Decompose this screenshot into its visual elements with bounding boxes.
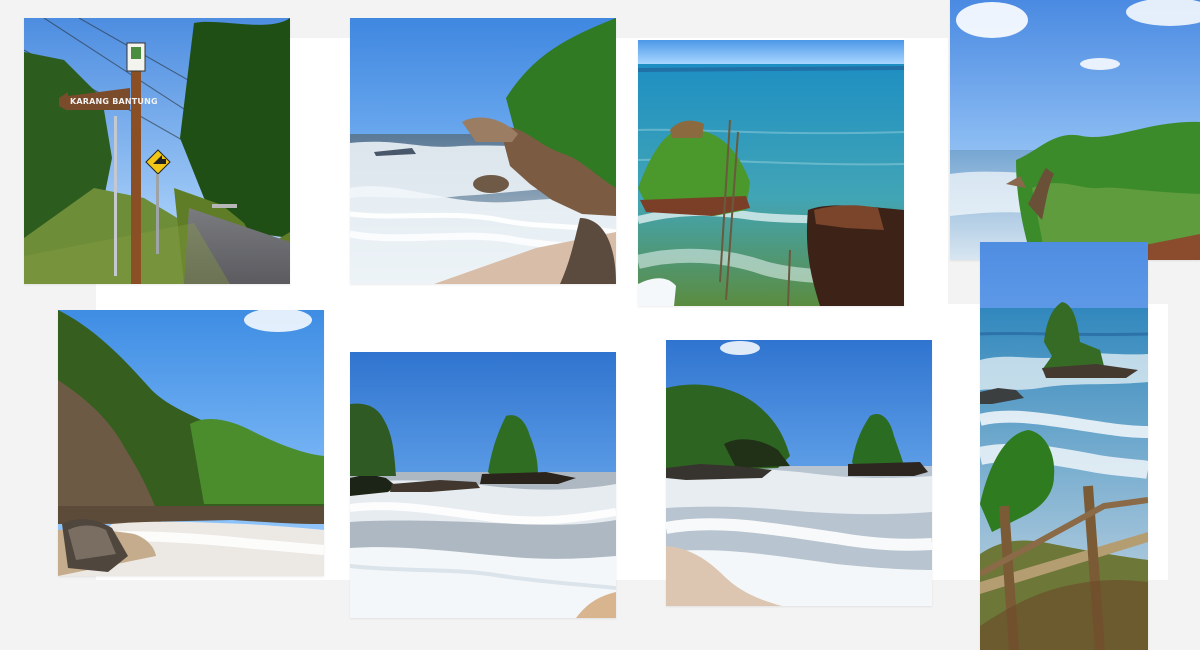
photo-bay-rock-stacks-image xyxy=(666,340,932,606)
photo-road-sign-image: KARANG BANTUNG xyxy=(24,18,290,284)
photo-beach-rocks xyxy=(350,18,616,284)
photo-fence-overlook-image xyxy=(980,242,1148,650)
road-sign-text: KARANG BANTUNG xyxy=(70,97,158,106)
photo-rock-stacks-waves xyxy=(350,352,616,618)
photo-cliff-shoreline-image xyxy=(58,310,324,576)
photo-beach-rocks-image xyxy=(350,18,616,284)
photo-cliff-shoreline xyxy=(58,310,324,576)
photo-cliff-top-view xyxy=(950,0,1200,260)
photo-rock-stacks-waves-image xyxy=(350,352,616,618)
photo-cliff-top-view-image xyxy=(950,0,1200,260)
photo-rock-islet-sea-image xyxy=(638,40,904,306)
photo-rock-islet-sea xyxy=(638,40,904,306)
photo-road-sign: KARANG BANTUNG xyxy=(24,18,290,284)
photo-bay-rock-stacks xyxy=(666,340,932,606)
photo-fence-overlook xyxy=(980,242,1148,650)
